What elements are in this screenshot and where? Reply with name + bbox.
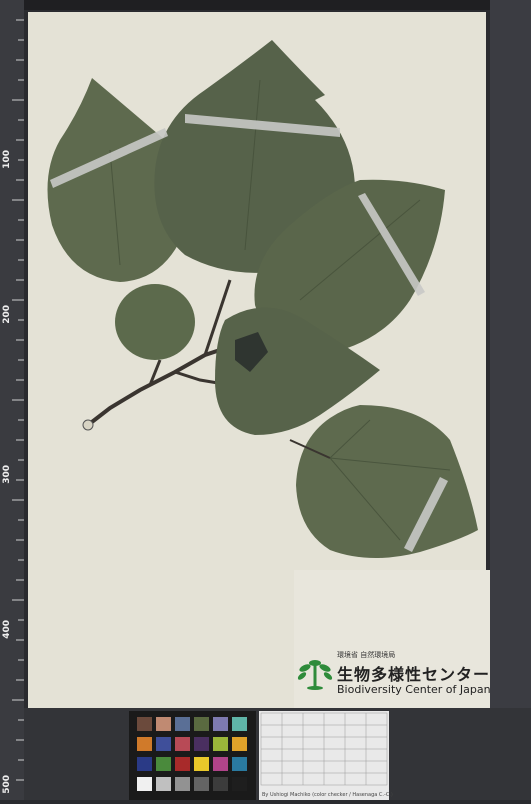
color-checker-card bbox=[129, 711, 256, 800]
org-name-jp: 環境省 自然環境局 bbox=[337, 651, 396, 659]
logo-title-jp: 生物多様性センター bbox=[337, 665, 491, 684]
tree-logo-icon bbox=[297, 660, 333, 690]
gray-card-grid bbox=[260, 712, 388, 786]
gray-card-caption: By Ushiogi Machiko (color checker / Hase… bbox=[262, 792, 393, 798]
color-checker-swatches bbox=[137, 717, 247, 791]
gray-reference-card: By Ushiogi Machiko (color checker / Hase… bbox=[259, 711, 393, 800]
logo-title-en: Biodiversity Center of Japan bbox=[337, 683, 491, 696]
